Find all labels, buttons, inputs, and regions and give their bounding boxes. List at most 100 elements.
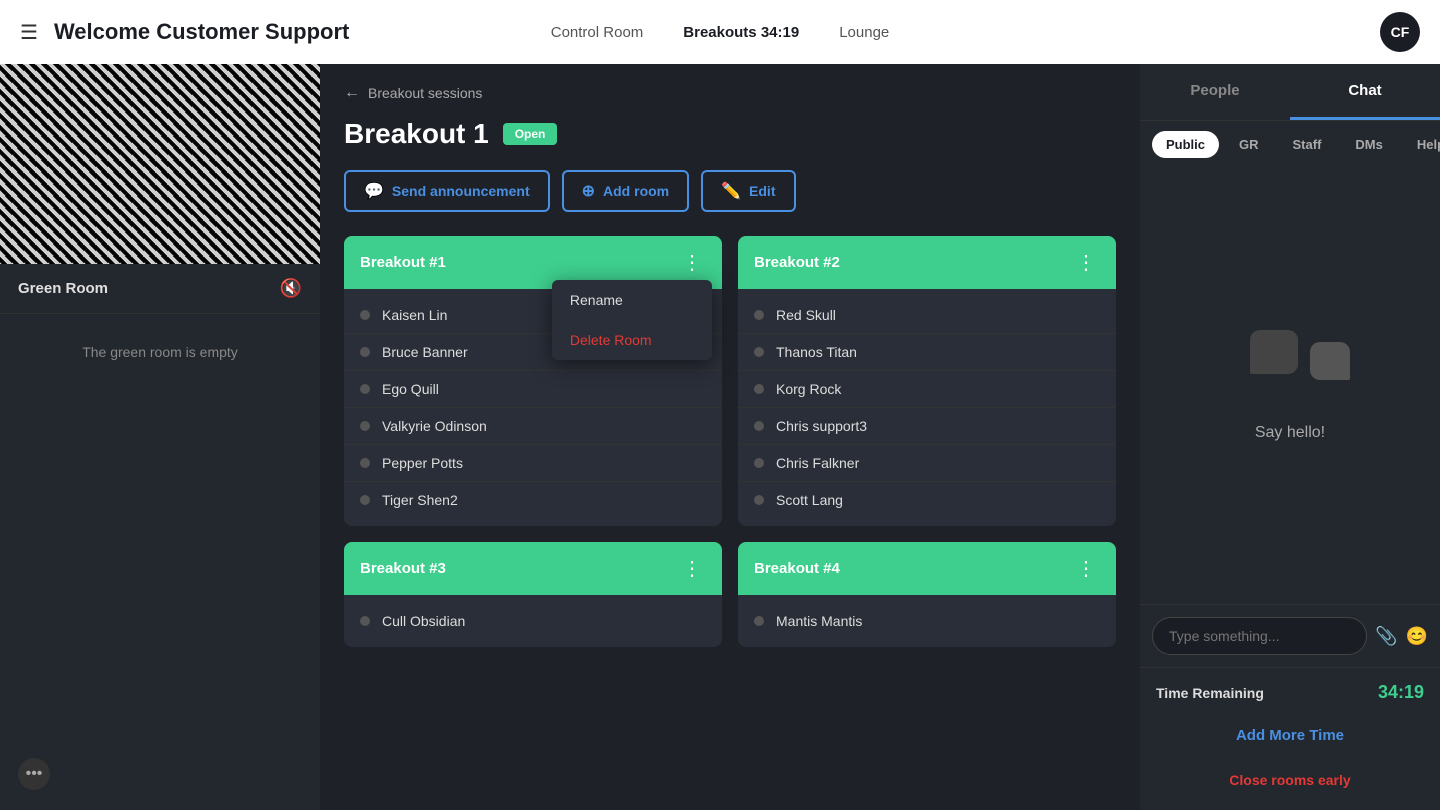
list-item: Cull Obsidian xyxy=(344,603,722,639)
participant-name: Cull Obsidian xyxy=(382,613,465,629)
participant-dot xyxy=(754,347,764,357)
list-item: Valkyrie Odinson xyxy=(344,408,722,445)
participant-dot xyxy=(754,616,764,626)
participant-dot xyxy=(754,310,764,320)
list-item: Tiger Shen2 xyxy=(344,482,722,518)
nav-link-breakouts[interactable]: Breakouts 34:19 xyxy=(683,24,799,41)
room-3-menu-button[interactable]: ⋮ xyxy=(678,556,706,581)
menu-icon[interactable]: ☰ xyxy=(20,20,38,45)
avatar[interactable]: CF xyxy=(1380,12,1420,52)
room-3-title: Breakout #3 xyxy=(360,560,446,577)
participant-dot xyxy=(360,495,370,505)
tab-people[interactable]: People xyxy=(1140,64,1290,120)
left-panel: Green Room 🔇 The green room is empty ••• xyxy=(0,64,320,810)
action-bar: 💬 Send announcement ⊕ Add room ✏️ Edit xyxy=(344,170,1116,212)
room-1-title: Breakout #1 xyxy=(360,254,446,271)
panel-tabs: People Chat xyxy=(1140,64,1440,121)
back-arrow-icon: ← xyxy=(344,84,360,102)
video-area xyxy=(0,64,320,264)
edit-button[interactable]: ✏️ Edit xyxy=(701,170,795,212)
participant-name: Ego Quill xyxy=(382,381,439,397)
participant-name: Thanos Titan xyxy=(776,344,857,360)
room-2-menu-button[interactable]: ⋮ xyxy=(1072,250,1100,275)
filter-staff[interactable]: Staff xyxy=(1279,131,1336,158)
participant-name: Scott Lang xyxy=(776,492,843,508)
mute-icon[interactable]: 🔇 xyxy=(280,278,302,299)
nav-link-control-room[interactable]: Control Room xyxy=(551,24,644,41)
chat-input-area: 📎 😊 xyxy=(1140,604,1440,667)
room-4-title: Breakout #4 xyxy=(754,560,840,577)
nav-link-lounge[interactable]: Lounge xyxy=(839,24,889,41)
filter-help[interactable]: Help xyxy=(1403,131,1440,158)
chat-bubble-icon xyxy=(1250,330,1330,390)
room-4-header: Breakout #4 ⋮ xyxy=(738,542,1116,595)
add-room-label: Add room xyxy=(603,183,669,199)
breadcrumb[interactable]: ← Breakout sessions xyxy=(344,84,1116,102)
time-remaining-value: 34:19 xyxy=(1378,682,1424,703)
emoji-icon[interactable]: 😊 xyxy=(1406,626,1428,647)
participant-dot xyxy=(754,421,764,431)
breakout-room-3: Breakout #3 ⋮ Cull Obsidian xyxy=(344,542,722,647)
breakout-grid: Breakout #1 ⋮ Rename Delete Room Kaisen … xyxy=(344,236,1116,647)
room-4-menu-button[interactable]: ⋮ xyxy=(1072,556,1100,581)
breadcrumb-text: Breakout sessions xyxy=(368,85,482,101)
chat-input[interactable] xyxy=(1152,617,1367,655)
breakout-room-2: Breakout #2 ⋮ Red Skull Thanos Titan Kor… xyxy=(738,236,1116,526)
main-content: Green Room 🔇 The green room is empty •••… xyxy=(0,64,1440,810)
list-item: Scott Lang xyxy=(738,482,1116,518)
room-4-participants: Mantis Mantis xyxy=(738,595,1116,647)
add-room-button[interactable]: ⊕ Add room xyxy=(562,170,690,212)
room-2-title: Breakout #2 xyxy=(754,254,840,271)
chat-bubble-1 xyxy=(1250,330,1298,374)
participant-name: Valkyrie Odinson xyxy=(382,418,487,434)
participant-dot xyxy=(754,458,764,468)
participant-dot xyxy=(360,310,370,320)
add-more-time-button[interactable]: Add More Time xyxy=(1156,715,1424,756)
rename-menu-item[interactable]: Rename xyxy=(552,280,712,320)
add-icon: ⊕ xyxy=(582,181,595,201)
top-nav: ☰ Welcome Customer Support Control Room … xyxy=(0,0,1440,64)
chat-empty-text: Say hello! xyxy=(1255,424,1325,442)
list-item: Red Skull xyxy=(738,297,1116,334)
send-announcement-button[interactable]: 💬 Send announcement xyxy=(344,170,550,212)
participant-name: Kaisen Lin xyxy=(382,307,447,323)
open-badge: Open xyxy=(503,123,558,145)
list-item: Mantis Mantis xyxy=(738,603,1116,639)
list-item: Chris Falkner xyxy=(738,445,1116,482)
green-room-title: Green Room xyxy=(18,280,108,297)
room-3-header: Breakout #3 ⋮ xyxy=(344,542,722,595)
green-room-label: Green Room 🔇 xyxy=(0,264,320,314)
list-item: Korg Rock xyxy=(738,371,1116,408)
participant-dot xyxy=(754,384,764,394)
participant-name: Pepper Potts xyxy=(382,455,463,471)
attachment-icon[interactable]: 📎 xyxy=(1375,626,1397,647)
delete-room-menu-item[interactable]: Delete Room xyxy=(552,320,712,360)
close-rooms-early-button[interactable]: Close rooms early xyxy=(1156,764,1424,796)
participant-dot xyxy=(360,616,370,626)
chat-filter-tabs: Public GR Staff DMs Help xyxy=(1140,121,1440,168)
right-panel: People Chat Public GR Staff DMs Help Say… xyxy=(1140,64,1440,810)
video-pattern xyxy=(0,64,320,264)
participant-name: Bruce Banner xyxy=(382,344,468,360)
participant-dot xyxy=(360,421,370,431)
time-row: Time Remaining 34:19 xyxy=(1156,682,1424,703)
dots-menu-button[interactable]: ••• xyxy=(18,758,50,790)
chat-icons: 📎 😊 xyxy=(1375,626,1428,647)
filter-public[interactable]: Public xyxy=(1152,131,1219,158)
list-item: Thanos Titan xyxy=(738,334,1116,371)
participant-name: Korg Rock xyxy=(776,381,841,397)
participant-dot xyxy=(360,347,370,357)
room-1-menu-button[interactable]: ⋮ xyxy=(678,250,706,275)
filter-gr[interactable]: GR xyxy=(1225,131,1273,158)
announcement-icon: 💬 xyxy=(364,181,384,201)
participant-dot xyxy=(360,384,370,394)
edit-icon: ✏️ xyxy=(721,181,741,201)
tab-chat[interactable]: Chat xyxy=(1290,64,1440,120)
time-remaining-section: Time Remaining 34:19 Add More Time Close… xyxy=(1140,667,1440,810)
chat-bubble-2 xyxy=(1310,342,1350,380)
room-3-participants: Cull Obsidian xyxy=(344,595,722,647)
time-remaining-label: Time Remaining xyxy=(1156,685,1264,701)
room-2-header: Breakout #2 ⋮ xyxy=(738,236,1116,289)
filter-dms[interactable]: DMs xyxy=(1341,131,1396,158)
participant-dot xyxy=(754,495,764,505)
